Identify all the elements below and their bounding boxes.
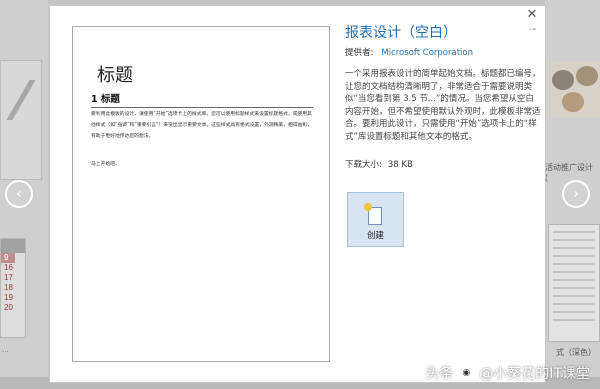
background-left-label: ...: [2, 345, 9, 354]
background-calendar-thumbnail: 9 16 17 18 19 20: [0, 238, 26, 338]
pin-icon[interactable]: ⊸: [528, 25, 536, 35]
download-size-label: 下载大小:: [345, 160, 382, 170]
calendar-number: 17: [4, 273, 13, 282]
provider-line: 提供者: Microsoft Corporation: [345, 46, 473, 58]
template-description: 一个采用报表设计的简单起始文档。标题都已编号，让您的文档结构清晰明了，非常适合于…: [345, 69, 541, 142]
new-document-icon: [364, 203, 382, 225]
calendar-number: 20: [4, 303, 13, 312]
watermark: 头条 ◉ @小葵花的IT课堂: [425, 363, 590, 383]
chevron-left-icon: ‹: [16, 186, 22, 202]
provider-label: 提供者:: [345, 48, 374, 58]
background-right-thumbnail: [548, 62, 600, 118]
watermark-logo-icon: ◉: [457, 364, 476, 382]
calendar-number: 9: [1, 253, 15, 263]
preview-heading: 1 标题: [91, 91, 313, 108]
template-preview-dialog: ✕ ⊸ 标题 1 标题 要利用此模板的设计，请使用“开始”选项卡上的样式库。您可…: [49, 5, 546, 383]
preview-body-text-2: 马上开始吧。: [91, 162, 120, 167]
next-template-button[interactable]: ›: [562, 180, 590, 208]
template-title: 报表设计（空白）: [345, 25, 457, 41]
background-left-thumbnail: [0, 60, 42, 180]
background-right-label-2: 式（深色）: [556, 348, 596, 357]
chevron-right-icon: ›: [573, 186, 579, 202]
close-icon[interactable]: ✕: [525, 8, 539, 22]
preview-body-text: 要利用此模板的设计，请使用“开始”选项卡上的样式库。您可以使用标题样式来设置标题…: [91, 112, 313, 139]
create-button-label: 创建: [366, 231, 384, 241]
watermark-handle: @小葵花的IT课堂: [479, 366, 590, 382]
download-size-value: 38 KB: [387, 160, 413, 170]
background-right-label: 活动推广设计 (: [545, 163, 593, 182]
provider-value: Microsoft Corporation: [381, 48, 473, 58]
previous-template-button[interactable]: ‹: [5, 180, 33, 208]
watermark-prefix: 头条: [425, 366, 454, 382]
download-size-line: 下载大小: 38 KB: [345, 158, 413, 170]
create-button[interactable]: 创建: [347, 192, 404, 247]
calendar-number: 16: [4, 263, 13, 272]
calendar-number: 19: [4, 293, 13, 302]
background-right-doc-thumbnail: [548, 224, 600, 342]
calendar-number: 18: [4, 283, 13, 292]
template-preview-page: 标题 1 标题 要利用此模板的设计，请使用“开始”选项卡上的样式库。您可以使用标…: [72, 26, 330, 362]
preview-title: 标题: [97, 65, 133, 86]
